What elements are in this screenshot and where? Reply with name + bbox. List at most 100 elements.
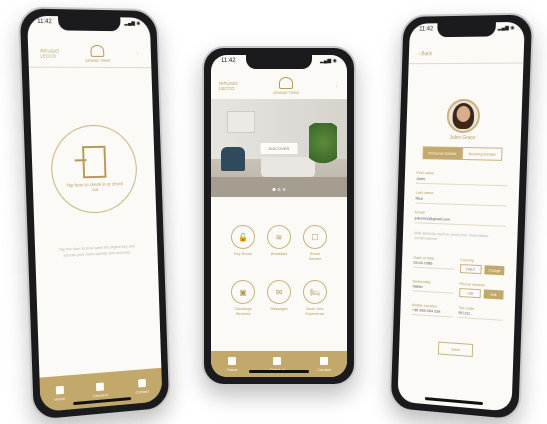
avatar[interactable] [446, 99, 480, 133]
door-text: Tap here to check in or check out [66, 181, 125, 193]
home-icon [228, 357, 236, 365]
tab-checkin[interactable]: Check-in [93, 382, 109, 398]
tab-label: Home [227, 367, 238, 372]
logo-icon [90, 45, 104, 57]
menu-icon[interactable]: ⋮ [135, 51, 139, 57]
tab-contact[interactable]: Contact [135, 378, 149, 394]
phone-prefix-select[interactable]: +39 [459, 288, 481, 298]
tab-home[interactable]: Home [54, 385, 65, 401]
hero-plant [309, 123, 337, 171]
tab-personal-details[interactable]: Personal Details [422, 146, 462, 160]
first-name-field[interactable]: First name Jules [416, 170, 508, 186]
profile-tabs: Personal Details Booking Details [422, 146, 502, 161]
hero-chair [221, 147, 245, 171]
tab-bar: Home Check-in Contact [39, 368, 162, 412]
service-label: Book Your Experience [306, 307, 325, 317]
hero-frame [227, 111, 255, 133]
tab-booking-details[interactable]: Booking Details [462, 147, 503, 161]
field-value: Italian [412, 283, 453, 290]
status-time: 11:42 [37, 19, 52, 25]
left-screen: 11:42 ▂▄▆ ◉ RIFUGIO LECCO GRAND TREE ⋮ T… [27, 16, 162, 412]
header-location: RIFUGIO LECCO [219, 81, 238, 91]
service-label: Concierge Services [234, 307, 251, 317]
hero-image[interactable]: DISCOVER [211, 99, 347, 197]
change-button[interactable]: Change [484, 265, 504, 275]
signal-icon: ▂▄▆ ◉ [320, 58, 337, 64]
description-text: Tap the door icon to open the digital ke… [57, 243, 137, 259]
tab-label: Check-in [93, 392, 108, 398]
service-label: Breakfast [271, 252, 287, 257]
brand-name: GRAND TREE [85, 58, 111, 63]
service-key-room[interactable]: 🔓 Key Room [225, 225, 261, 262]
door-icon [96, 382, 104, 391]
tax-code-field[interactable]: Tax code RCJ11 [458, 305, 503, 321]
center-phone: 11:42 ▂▄▆ ◉ RIFUGIO LECCO GRAND TREE ⋮ D… [202, 46, 356, 386]
door-icon [82, 146, 106, 179]
hero-sofa [261, 157, 315, 177]
app-header: RIFUGIO LECCO GRAND TREE ⋮ [40, 44, 140, 63]
save-button[interactable]: Save [438, 342, 473, 358]
app-header: RIFUGIO LECCO GRAND TREE ⋮ [219, 77, 339, 95]
door-icon [273, 357, 281, 365]
signal-icon: ▂▄▆ ◉ [124, 20, 140, 26]
discover-button[interactable]: DISCOVER [261, 143, 298, 154]
center-screen: 11:42 ▂▄▆ ◉ RIFUGIO LECCO GRAND TREE ⋮ D… [211, 55, 347, 377]
service-label: Room Service [309, 252, 322, 262]
service-breakfast[interactable]: ≋ Breakfast [261, 225, 297, 262]
field-value: Jules [416, 176, 507, 183]
breakfast-icon: ≋ [267, 225, 291, 249]
mobile-tax-row: Mobile number +39 348 284 234 Tax code R… [412, 302, 503, 321]
last-name-field[interactable]: Last name Rice [415, 190, 507, 207]
nationality-field[interactable]: Nationality Italian [412, 278, 454, 296]
service-room-service[interactable]: ☐ Room Service [297, 225, 333, 262]
tab-label: Contact [317, 367, 331, 372]
menu-icon[interactable]: ⋮ [335, 83, 340, 89]
service-label: Key Room [234, 252, 252, 257]
edit-button[interactable]: Edit [484, 289, 504, 299]
brand-name: GRAND TREE [273, 90, 299, 95]
phone-field: Phone number +39 Edit [459, 281, 504, 300]
home-indicator [249, 370, 309, 373]
service-label: Messages [270, 307, 287, 312]
chat-icon [138, 378, 146, 387]
bed-icon: 🛏 [303, 280, 327, 304]
field-label: Country [460, 257, 504, 264]
notch [58, 16, 121, 31]
service-concierge[interactable]: ▣ Concierge Services [225, 280, 261, 317]
service-messages[interactable]: ✉ Messages [261, 280, 297, 317]
brand-logo: GRAND TREE [273, 77, 299, 95]
right-screen: 11:42 ▂▄▆ ◉ ‹ Back Jules Grace Personal … [397, 22, 524, 412]
status-time: 11:42 [419, 26, 433, 32]
tab-label: Contact [136, 388, 149, 394]
tab-contact[interactable]: Contact [317, 357, 331, 372]
chat-icon [320, 357, 328, 365]
concierge-icon: ▣ [231, 280, 255, 304]
user-name: Jules Grace [406, 134, 521, 142]
brand-logo: GRAND TREE [85, 45, 111, 63]
field-label: Phone number [459, 281, 503, 288]
dob-field[interactable]: Date of birth 05.04.1986 [413, 255, 455, 273]
message-icon: ✉ [267, 280, 291, 304]
divider [409, 63, 524, 65]
notch [246, 55, 312, 69]
country-field: Country ITALY Change [460, 257, 505, 275]
mobile-field[interactable]: Mobile number +39 348 284 234 [412, 302, 454, 317]
signal-icon: ▂▄▆ ◉ [498, 25, 515, 31]
country-select[interactable]: ITALY [460, 264, 482, 274]
checkin-door-button[interactable]: Tap here to check in or check out [50, 124, 138, 214]
room-service-icon: ☐ [303, 225, 327, 249]
divider [29, 67, 152, 69]
back-button[interactable]: ‹ Back [418, 51, 432, 57]
notch [437, 22, 496, 37]
home-icon [55, 385, 63, 394]
status-time: 11:42 [221, 58, 236, 64]
home-indicator [425, 397, 483, 405]
email-note: Mail address used to send your reservati… [414, 229, 506, 244]
email-field[interactable]: Email julesrice@gmail.com [415, 209, 507, 226]
tab-home[interactable]: Home [227, 357, 238, 372]
logo-icon [279, 77, 293, 89]
services-grid: 🔓 Key Room ≋ Breakfast ☐ Room Service ▣ Conc… [225, 225, 333, 317]
dob-country-row: Date of birth 05.04.1986 Country ITALY C… [413, 255, 505, 276]
carousel-dots[interactable] [273, 188, 286, 191]
service-experience[interactable]: 🛏 Book Your Experience [297, 280, 333, 317]
